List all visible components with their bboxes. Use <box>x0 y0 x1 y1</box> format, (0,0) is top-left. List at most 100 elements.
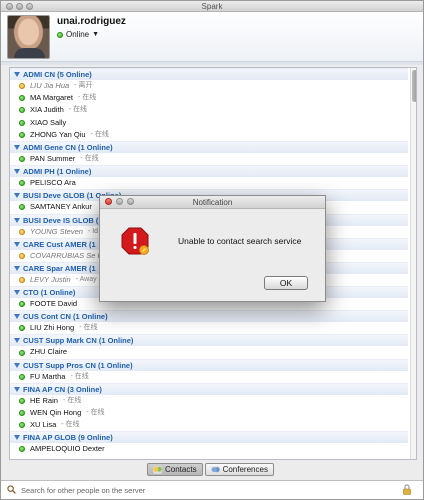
contact-row[interactable]: ZHU Claire <box>10 346 408 358</box>
roster-group[interactable]: CUS Cont CN (1 Online) <box>10 310 408 323</box>
contact-name: XIA Judith <box>30 105 64 115</box>
expand-triangle-icon <box>14 72 20 77</box>
contact-status: - Away <box>75 275 97 283</box>
contact-name: FOOTE David <box>30 299 78 309</box>
conferences-icon <box>210 465 220 474</box>
ok-button[interactable]: OK <box>264 276 308 290</box>
tab-contacts[interactable]: Contacts <box>147 463 203 476</box>
roster-group[interactable]: CUST Supp Mark CN (1 Online) <box>10 334 408 347</box>
expand-triangle-icon <box>14 241 20 247</box>
roster-group[interactable]: ADMI CN (5 Online) <box>10 68 408 80</box>
roster-scrollbar[interactable] <box>410 68 416 459</box>
away-status-icon <box>19 83 25 90</box>
contact-status: - 在线 <box>90 130 109 138</box>
online-status-icon <box>19 204 25 211</box>
roster-group-label: FINA AP GLOB (9 Online) <box>23 433 113 443</box>
expand-triangle-icon <box>14 169 20 175</box>
profile-header: unai.rodriguez Online ▼ <box>1 12 423 61</box>
contact-status: - 在线 <box>70 372 89 380</box>
contact-status: - 在线 <box>80 154 99 162</box>
away-status-icon <box>19 228 25 235</box>
contact-name: HE Rain <box>30 395 58 405</box>
roster-group-label: ADMI PH (1 Online) <box>23 167 92 177</box>
contact-name: LIU Zhi Hong <box>30 323 75 333</box>
expand-triangle-icon <box>14 386 20 392</box>
roster-group[interactable]: ADMI Gene CN (1 Online) <box>10 140 408 153</box>
online-status-icon <box>19 156 25 163</box>
online-status-icon <box>19 95 25 102</box>
roster-group-label: CARE Cust AMER (1 <box>23 239 96 249</box>
contact-status: - 在线 <box>77 94 97 102</box>
roster-group[interactable]: CUST Supp Pros CN (1 Online) <box>10 358 408 371</box>
scrollbar-thumb[interactable] <box>412 70 416 102</box>
online-status-icon <box>19 180 25 187</box>
avatar[interactable] <box>7 15 50 59</box>
away-status-icon <box>19 276 25 283</box>
contact-name: LEVY Justin <box>30 274 71 284</box>
contact-status: - 在线 <box>62 396 82 404</box>
contact-name: PAN Summer <box>30 153 76 163</box>
search-input[interactable] <box>21 484 391 496</box>
online-status-icon <box>19 373 25 380</box>
online-status-icon <box>19 446 25 453</box>
online-status-icon <box>19 131 25 138</box>
contact-row[interactable]: FU Martha - 在线 <box>10 371 408 383</box>
tab-conferences[interactable]: Conferences <box>204 463 274 476</box>
error-stop-icon <box>121 227 149 255</box>
presence-selector[interactable]: Online ▼ <box>57 30 99 39</box>
contacts-icon <box>153 465 162 474</box>
roster-group[interactable]: FINA AP CN (3 Online) <box>10 382 408 395</box>
contact-row[interactable]: XU Lisa - 在线 <box>10 419 408 431</box>
roster-group-label: FINA AP CN (3 Online) <box>23 384 102 394</box>
lock-icon <box>403 484 411 495</box>
online-status-icon <box>57 31 63 38</box>
header-divider <box>1 61 423 65</box>
search-icon <box>7 485 16 494</box>
contact-name: COVARRUBIAS Se R <box>30 250 103 260</box>
contact-name: ZHU Claire <box>30 347 68 357</box>
roster-group-label: ADMI CN (5 Online) <box>23 70 92 79</box>
contact-row[interactable]: AMPELOQUIO Dexter <box>10 443 408 455</box>
roster-group-label: ADMI Gene CN (1 Online) <box>23 142 113 152</box>
roster-group-label: CARE Spar AMER (1 <box>23 263 96 273</box>
online-status-icon <box>19 325 25 332</box>
contact-status: - 在线 <box>86 409 105 416</box>
contact-row[interactable]: LIU Jia Hua - 离开 <box>10 80 408 92</box>
contact-status: - 在线 <box>79 324 98 332</box>
contact-row[interactable]: ZHONG Yan Qiu - 在线 <box>10 129 408 141</box>
contact-row[interactable]: MA Margaret - 在线 <box>10 92 408 104</box>
online-status-icon <box>19 301 25 308</box>
expand-triangle-icon <box>14 144 20 150</box>
contact-row[interactable]: HE Rain - 在线 <box>10 395 408 407</box>
contact-row[interactable]: XIAO Sally <box>10 117 408 129</box>
tab-conferences-label: Conferences <box>222 465 268 474</box>
contact-row[interactable]: PELISCO Ara <box>10 177 408 189</box>
window-titlebar[interactable]: Spark <box>1 1 423 12</box>
dialog-titlebar[interactable]: Notification <box>100 196 325 209</box>
contact-status: - Id <box>87 227 99 235</box>
online-status-icon <box>19 397 25 404</box>
contact-status: - 在线 <box>61 421 80 429</box>
contact-name: FU Martha <box>30 371 66 381</box>
contact-row[interactable]: XIA Judith - 在线 <box>10 104 408 116</box>
expand-triangle-icon <box>14 435 20 441</box>
tab-contacts-label: Contacts <box>165 465 197 474</box>
chevron-down-icon: ▼ <box>92 31 100 38</box>
contact-row[interactable]: LIU Zhi Hong - 在线 <box>10 322 408 334</box>
contact-row[interactable]: WEN Qin Hong - 在线 <box>10 407 408 419</box>
dialog-title: Notification <box>192 198 233 207</box>
window-title: Spark <box>201 2 223 11</box>
away-status-icon <box>19 252 25 259</box>
roster-group[interactable]: ADMI PH (1 Online) <box>10 165 408 178</box>
contact-name: AMPELOQUIO Dexter <box>30 444 105 454</box>
online-status-icon <box>19 119 25 126</box>
expand-triangle-icon <box>14 290 20 296</box>
contact-row[interactable]: PAN Summer - 在线 <box>10 153 408 165</box>
contact-name: XIAO Sally <box>30 117 67 127</box>
expand-triangle-icon <box>14 217 20 223</box>
roster-group[interactable]: FINA AP GLOB (9 Online) <box>10 431 408 444</box>
expand-triangle-icon <box>14 314 20 320</box>
contact-status: - 在线 <box>68 106 88 114</box>
roster-group-label: CUST Supp Pros CN (1 Online) <box>23 360 133 370</box>
roster-group-label: CUST Supp Mark CN (1 Online) <box>23 336 134 346</box>
